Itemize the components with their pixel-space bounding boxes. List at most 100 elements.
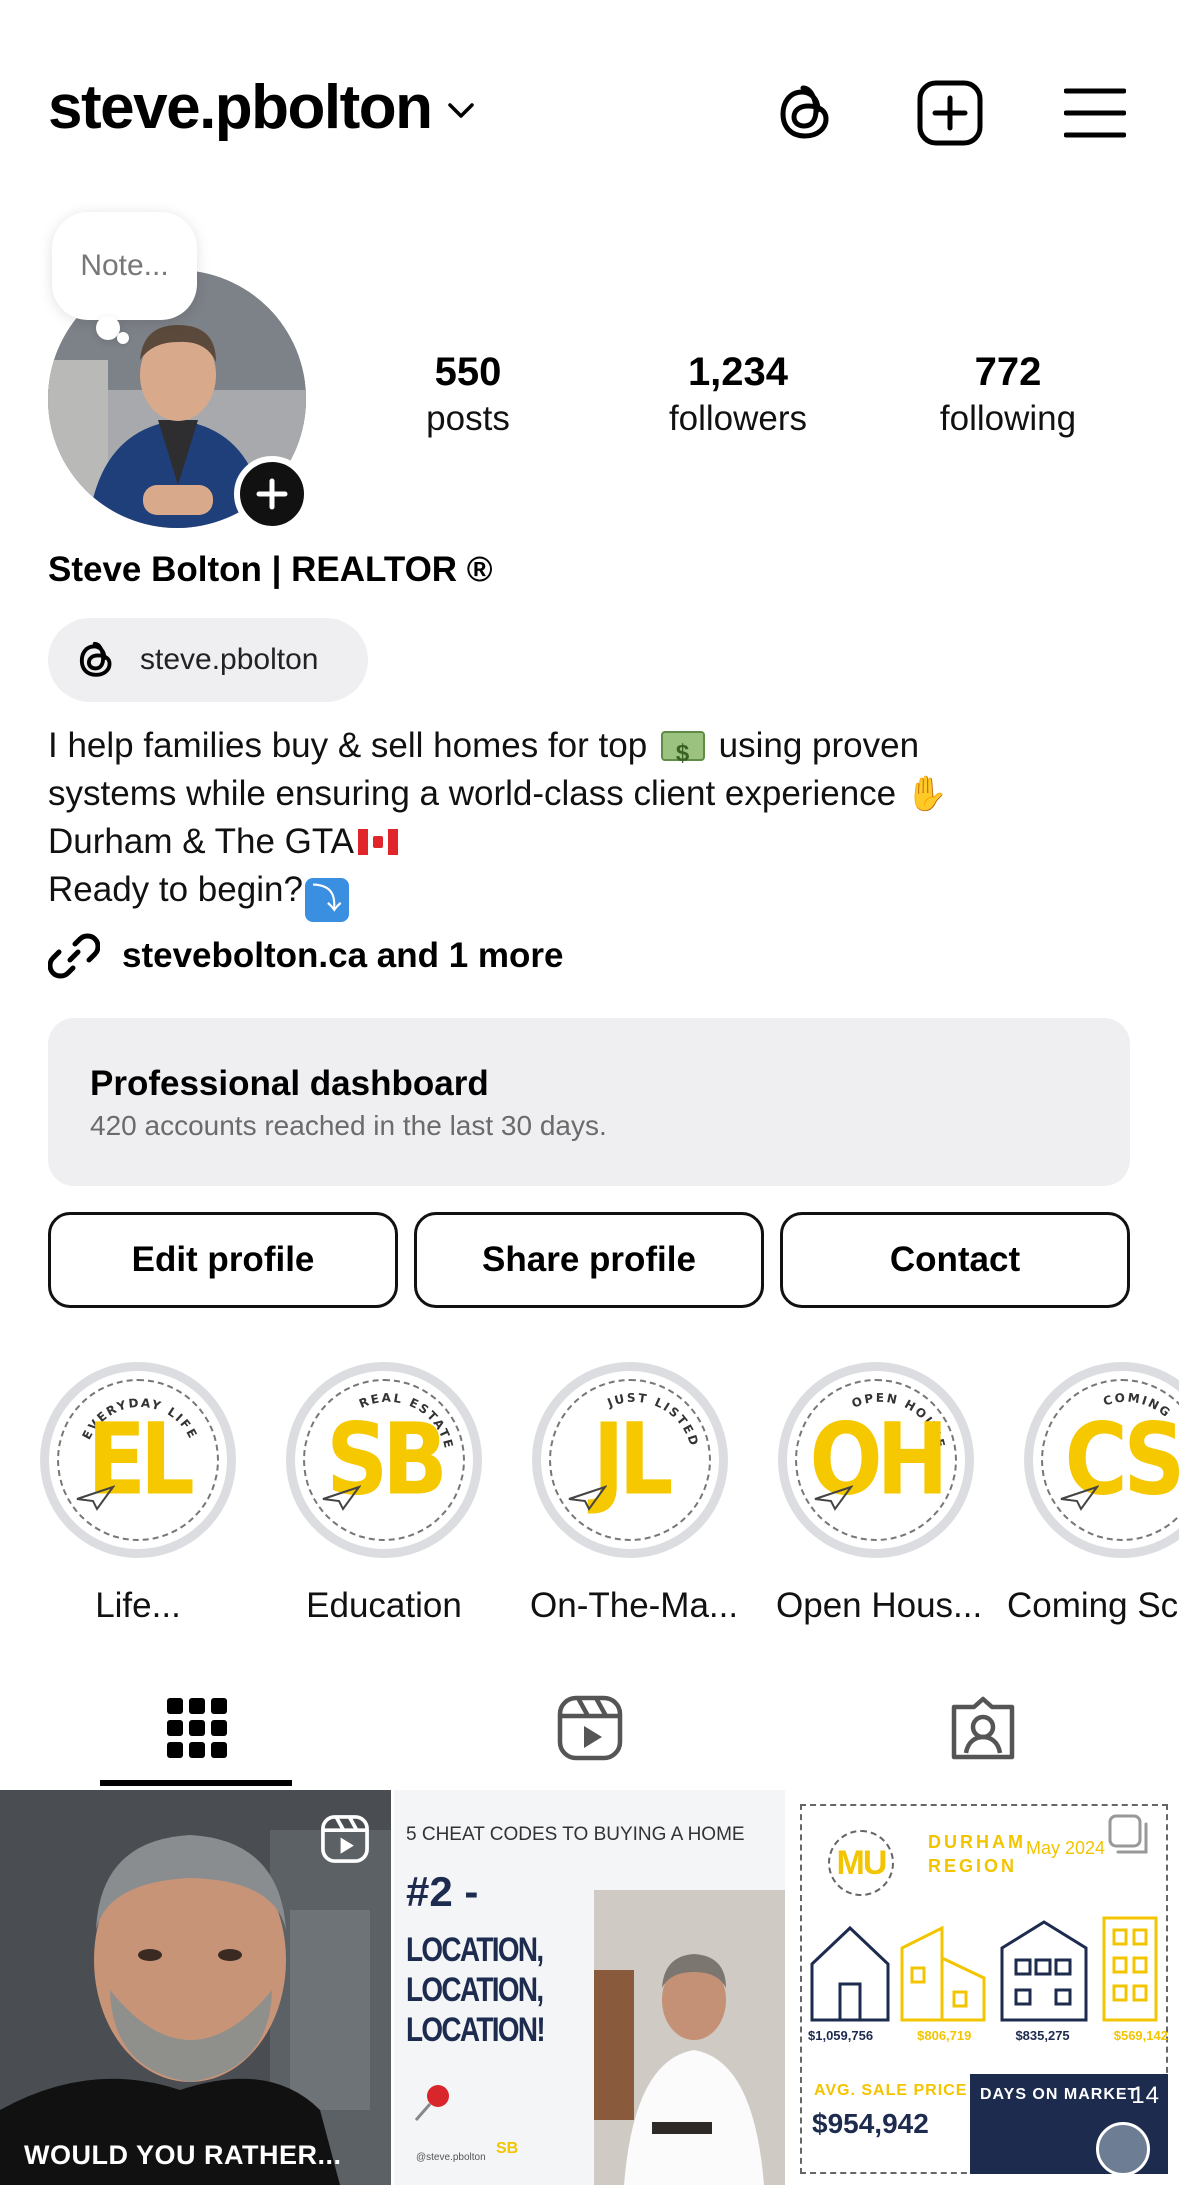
- post-3-region: DURHAM REGION: [928, 1830, 1026, 1878]
- highlight-coming-soon[interactable]: COMING CS Coming Sc: [1007, 1362, 1179, 1626]
- followers-label: followers: [668, 399, 808, 438]
- post-3-avg-price: $954,942: [812, 2108, 929, 2139]
- dom-value: 14: [1131, 2082, 1160, 2109]
- paper-plane-icon: [1060, 1485, 1099, 1511]
- arrow-down-emoji-icon: ⤵: [304, 878, 349, 922]
- tab-posts-grid[interactable]: [0, 1670, 393, 1786]
- highlight-label: On-The-Ma...: [530, 1586, 739, 1625]
- price-condo: $569,142: [1113, 2028, 1168, 2043]
- region-line: DURHAM: [928, 1832, 1026, 1852]
- reel-icon: [321, 1815, 369, 1863]
- bio-text: Durham & The GTA: [48, 822, 355, 861]
- highlight-open-house[interactable]: OPEN HOUSE OH Open Hous...: [776, 1362, 982, 1626]
- post-tile-2[interactable]: 5 CHEAT CODES TO BUYING A HOME #2 - LOCA…: [394, 1790, 785, 2185]
- highlight-education[interactable]: REAL ESTATE SB Education: [284, 1362, 484, 1626]
- highlight-cover: EVERYDAY LIFE EL: [40, 1362, 236, 1558]
- highlight-label: Coming Sc: [1007, 1586, 1179, 1625]
- bio: I help families buy & sell homes for top…: [48, 722, 1148, 922]
- post-2-headline: LOCATION, LOCATION, LOCATION!: [406, 1930, 546, 2050]
- post-3-days-on-market: DAYS ON MARKET 14: [970, 2074, 1168, 2118]
- highlight-label: Life...: [95, 1586, 181, 1625]
- carousel-icon: [1108, 1814, 1148, 1854]
- share-profile-button[interactable]: Share profile: [414, 1212, 764, 1308]
- posts-grid: WOULD YOU RATHER... 5 CHEAT CODES TO BUY…: [0, 1790, 1179, 2185]
- hamburger-menu-icon[interactable]: [1060, 78, 1130, 148]
- tab-reels[interactable]: [393, 1670, 786, 1786]
- bio-text: using proven: [708, 726, 920, 765]
- headline-line: LOCATION,: [406, 1971, 544, 2009]
- account-switcher[interactable]: steve.pbolton: [48, 72, 476, 143]
- grid-icon: [166, 1698, 227, 1758]
- bio-line-4: Ready to begin? ⤵: [48, 866, 1148, 922]
- chevron-down-icon: [447, 102, 474, 118]
- plus-square-icon[interactable]: [915, 78, 985, 148]
- posts-count: 550: [434, 350, 502, 394]
- add-story-button[interactable]: [234, 456, 310, 532]
- link-text: stevebolton.ca and 1 more: [122, 936, 564, 975]
- threads-handle: steve.pbolton: [140, 643, 319, 676]
- professional-dashboard[interactable]: Professional dashboard 420 accounts reac…: [48, 1018, 1130, 1186]
- profile-tabs: [0, 1670, 1179, 1790]
- highlight-cover: COMING CS: [1024, 1362, 1179, 1558]
- paper-plane-icon: [322, 1485, 361, 1511]
- tagged-icon: [951, 1696, 1014, 1760]
- pushpin-icon: [414, 2085, 449, 2121]
- posts-label: posts: [426, 399, 510, 438]
- post-3-date: May 2024: [1026, 1838, 1106, 1858]
- username: steve.pbolton: [48, 73, 433, 142]
- external-link[interactable]: stevebolton.ca and 1 more: [48, 930, 564, 982]
- link-icon: [48, 933, 100, 979]
- post-2-badge: SB: [496, 2140, 519, 2157]
- highlight-on-the-market[interactable]: JUST LISTED JL On-The-Ma...: [530, 1362, 739, 1626]
- threads-profile-link[interactable]: steve.pbolton: [48, 618, 368, 702]
- paper-plane-icon: [568, 1485, 607, 1511]
- threads-icon: [79, 641, 112, 677]
- note-bubble-tail-small: [117, 332, 129, 344]
- canada-flag-icon: [358, 829, 399, 855]
- note-placeholder: Note...: [80, 249, 169, 282]
- threads-icon[interactable]: [770, 78, 840, 148]
- dashboard-title: Professional dashboard: [90, 1064, 489, 1103]
- edit-profile-button[interactable]: Edit profile: [48, 1212, 398, 1308]
- post-2-photo: [594, 1890, 785, 2185]
- paper-plane-icon: [814, 1485, 853, 1511]
- headline-line: LOCATION!: [406, 2011, 546, 2049]
- following-count: 772: [974, 350, 1042, 394]
- display-name: Steve Bolton | REALTOR ®: [48, 550, 493, 589]
- stat-posts[interactable]: 550 posts: [353, 350, 583, 439]
- post-2-handle: @steve.pbolton: [416, 2152, 486, 2163]
- highlight-cover: OPEN HOUSE OH: [778, 1362, 974, 1558]
- price-townhouse: $835,275: [1015, 2028, 1070, 2043]
- highlight-label: Education: [306, 1586, 462, 1625]
- tab-tagged[interactable]: [786, 1670, 1179, 1786]
- bio-text: I help families buy & sell homes for top: [48, 726, 657, 765]
- highlight-cover: REAL ESTATE SB: [286, 1362, 482, 1558]
- note-bubble[interactable]: Note...: [52, 212, 197, 320]
- plus-icon: [256, 478, 288, 510]
- contact-button[interactable]: Contact: [780, 1212, 1130, 1308]
- post-1-caption: WOULD YOU RATHER...: [24, 2140, 342, 2170]
- post-3-badge: MU: [828, 1830, 894, 1896]
- dom-label: DAYS ON MARKET: [980, 2086, 1139, 2103]
- post-tile-1[interactable]: WOULD YOU RATHER...: [0, 1790, 391, 2185]
- bio-line-3: Durham & The GTA: [48, 818, 1148, 866]
- bio-line-2: systems while ensuring a world-class cli…: [48, 770, 1148, 818]
- post-3-avg-label: AVG. SALE PRICE: [814, 2082, 968, 2099]
- post-3-avatar: [1096, 2122, 1150, 2176]
- dashboard-subtitle: 420 accounts reached in the last 30 days…: [90, 1110, 607, 1141]
- stat-following[interactable]: 772 following: [893, 350, 1123, 439]
- stat-followers[interactable]: 1,234 followers: [623, 350, 853, 439]
- post-3-prices: $1,059,756 $806,719 $835,275 $569,142: [808, 2028, 1168, 2043]
- money-emoji-icon: [660, 730, 705, 778]
- bio-text: systems while ensuring a world-class cli…: [48, 774, 906, 813]
- active-tab-indicator: [100, 1780, 292, 1786]
- highlight-life[interactable]: EVERYDAY LIFE EL Life...: [38, 1362, 238, 1626]
- handshake-emoji-icon: ✋: [905, 775, 949, 813]
- bio-line-1: I help families buy & sell homes for top…: [48, 722, 1148, 778]
- price-semi-detached: $806,719: [917, 2028, 972, 2043]
- highlight-cover: JUST LISTED JL: [532, 1362, 728, 1558]
- post-tile-3[interactable]: MU DURHAM REGION May 2024 $1,059,756 $80…: [788, 1790, 1179, 2185]
- price-detached: $1,059,756: [808, 2028, 874, 2043]
- region-line: REGION: [928, 1856, 1018, 1876]
- post-2-top-text: 5 CHEAT CODES TO BUYING A HOME: [406, 1824, 745, 1845]
